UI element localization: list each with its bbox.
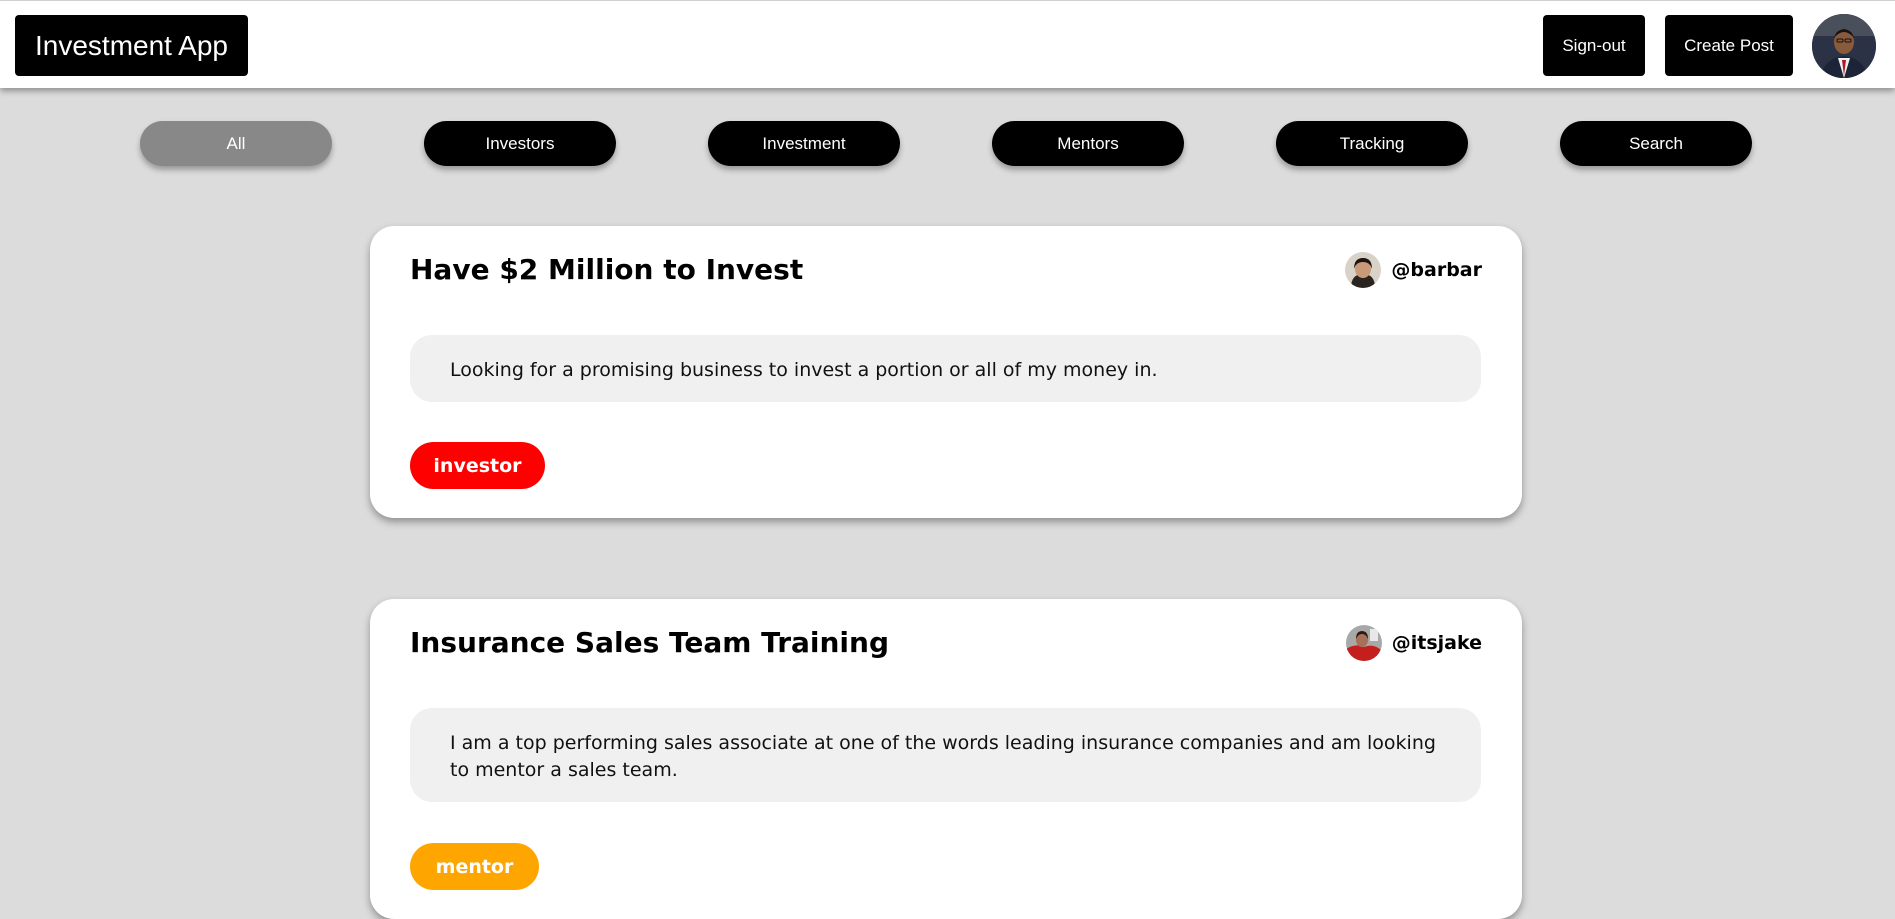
filter-tracking-button[interactable]: Tracking [1276,121,1468,166]
post-card: Insurance Sales Team Training @itsjake I… [370,599,1522,919]
filter-bar: All Investors Investment Mentors Trackin… [0,121,1895,166]
author-avatar [1345,625,1382,661]
post-author[interactable]: @itsjake [1345,625,1482,661]
post-title: Have $2 Million to Invest [410,253,804,286]
filter-all-button[interactable]: All [140,121,332,166]
tag-mentor-badge[interactable]: mentor [410,843,539,890]
user-avatar[interactable] [1812,14,1876,78]
tag-investor-badge[interactable]: investor [410,442,545,489]
author-handle: @itsjake [1391,632,1482,654]
filter-investment-button[interactable]: Investment [708,121,900,166]
post-card: Have $2 Million to Invest @barbar Lookin… [370,226,1522,518]
post-title: Insurance Sales Team Training [410,626,890,659]
top-navbar: Investment App Sign-out Create Post [0,0,1895,88]
author-handle: @barbar [1391,259,1482,281]
filter-investors-button[interactable]: Investors [424,121,616,166]
filter-mentors-button[interactable]: Mentors [992,121,1184,166]
sign-out-button[interactable]: Sign-out [1543,15,1645,76]
post-author[interactable]: @barbar [1345,252,1482,288]
author-photo-icon [1345,252,1382,288]
post-body: I am a top performing sales associate at… [410,708,1481,802]
user-profile-photo-icon [1812,14,1876,78]
author-photo-icon [1345,625,1382,661]
create-post-button[interactable]: Create Post [1665,15,1793,76]
filter-search-button[interactable]: Search [1560,121,1752,166]
app-brand-button[interactable]: Investment App [15,15,248,76]
author-avatar [1345,252,1382,288]
post-body: Looking for a promising business to inve… [410,335,1481,402]
